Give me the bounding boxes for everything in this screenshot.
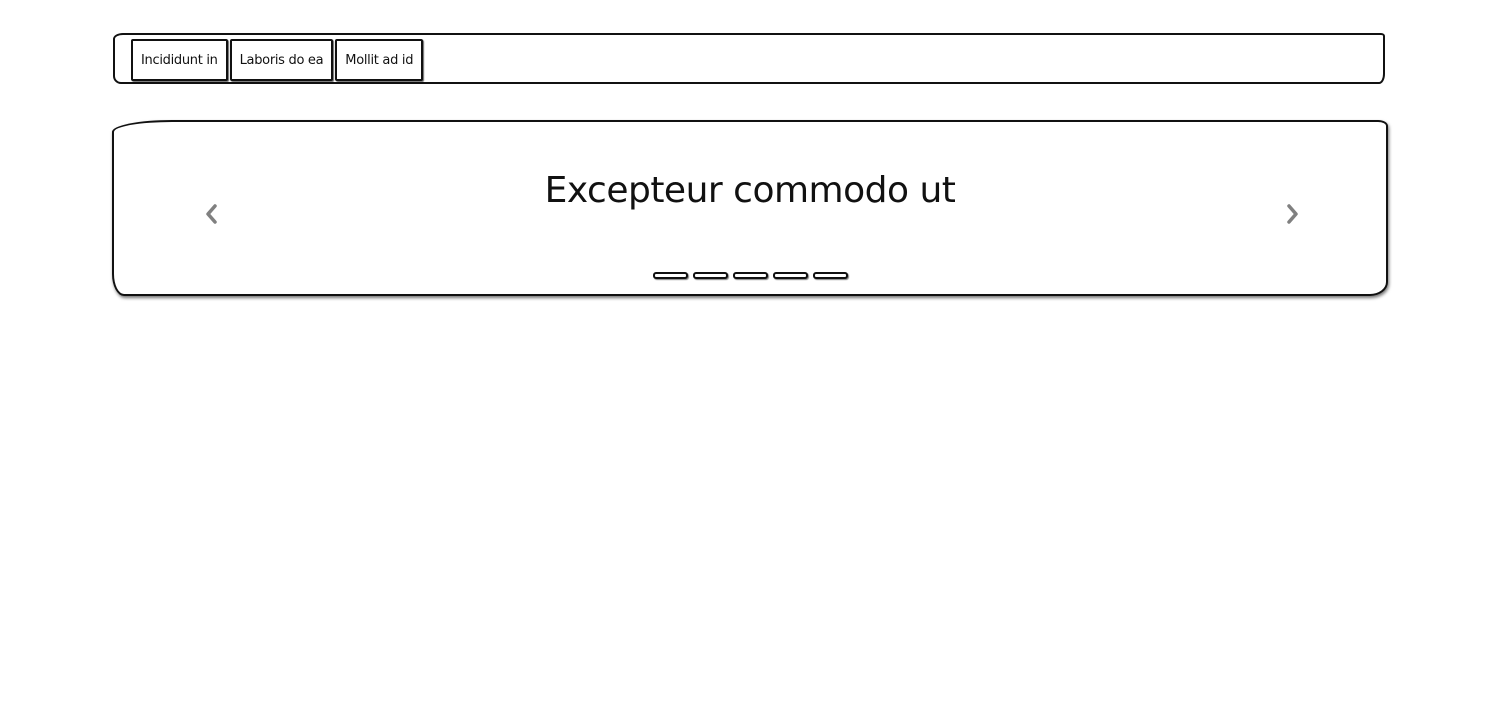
- chevron-right-icon: [1287, 204, 1298, 224]
- tab-mollit-ad-id[interactable]: Mollit ad id: [335, 39, 424, 81]
- tab-incididunt-in[interactable]: Incididunt in: [131, 39, 228, 81]
- carousel-next-button[interactable]: [1282, 200, 1304, 228]
- tab-list: Incididunt in Laboris do ea Mollit ad id: [131, 39, 424, 81]
- tab-laboris-do-ea[interactable]: Laboris do ea: [229, 39, 334, 81]
- carousel-indicator-4[interactable]: [773, 272, 808, 279]
- tab-label: Incididunt in: [141, 52, 218, 68]
- carousel-indicators: [653, 272, 848, 279]
- carousel: Excepteur commodo ut: [112, 120, 1388, 296]
- tab-bar: Incididunt in Laboris do ea Mollit ad id: [113, 33, 1385, 84]
- page: Incididunt in Laboris do ea Mollit ad id…: [0, 0, 1500, 720]
- tab-label: Mollit ad id: [345, 52, 414, 68]
- carousel-indicator-3[interactable]: [733, 272, 768, 279]
- carousel-indicator-2[interactable]: [693, 272, 728, 279]
- carousel-slide-title: Excepteur commodo ut: [544, 170, 956, 211]
- carousel-indicator-1[interactable]: [653, 272, 688, 279]
- carousel-indicator-5[interactable]: [813, 272, 848, 279]
- tab-label: Laboris do ea: [239, 52, 324, 68]
